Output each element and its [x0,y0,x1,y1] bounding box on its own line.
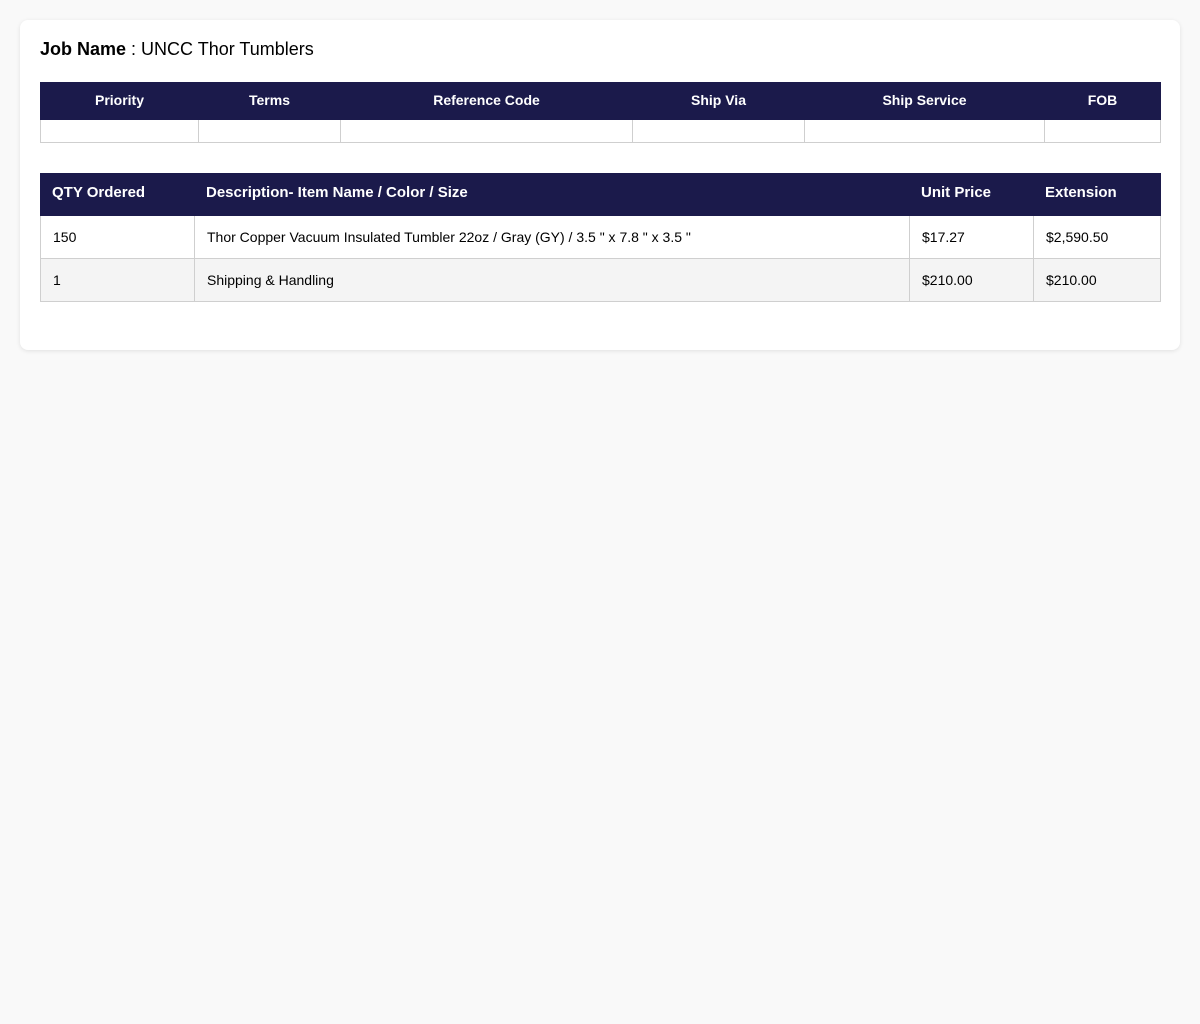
order-meta-header-row: Priority Terms Reference Code Ship Via S… [40,82,1161,120]
qty-ordered-header: QTY Ordered [40,173,195,216]
job-name-separator: : [126,39,142,59]
priority-value [40,119,199,143]
extension-cell: $210.00 [1033,258,1161,302]
table-row: 150 Thor Copper Vacuum Insulated Tumbler… [40,215,1161,259]
terms-value [198,119,341,143]
ship-via-value [632,119,805,143]
unit-price-cell: $17.27 [909,215,1034,259]
order-card: Job Name : UNCC Thor Tumblers Priority T… [20,20,1180,350]
job-name-line: Job Name : UNCC Thor Tumblers [40,38,1160,60]
line-items-table: QTY Ordered Description- Item Name / Col… [40,173,1161,302]
reference-code-value [340,119,633,143]
unit-price-header: Unit Price [909,173,1034,216]
description-cell: Thor Copper Vacuum Insulated Tumbler 22o… [194,215,910,259]
fob-header: FOB [1044,82,1161,120]
qty-cell: 1 [40,258,195,302]
terms-header: Terms [198,82,341,120]
order-meta-value-row [40,119,1161,143]
description-cell: Shipping & Handling [194,258,910,302]
description-header: Description- Item Name / Color / Size [194,173,910,216]
line-items-header-row: QTY Ordered Description- Item Name / Col… [40,173,1161,216]
ship-service-header: Ship Service [804,82,1045,120]
table-row: 1 Shipping & Handling $210.00 $210.00 [40,258,1161,302]
job-name-label: Job Name [40,39,127,59]
qty-cell: 150 [40,215,195,259]
fob-value [1044,119,1161,143]
extension-header: Extension [1033,173,1161,216]
unit-price-cell: $210.00 [909,258,1034,302]
order-meta-table: Priority Terms Reference Code Ship Via S… [40,82,1161,143]
extension-cell: $2,590.50 [1033,215,1161,259]
reference-code-header: Reference Code [340,82,633,120]
job-name-value: UNCC Thor Tumblers [141,39,314,59]
ship-via-header: Ship Via [632,82,805,120]
ship-service-value [804,119,1045,143]
priority-header: Priority [40,82,199,120]
